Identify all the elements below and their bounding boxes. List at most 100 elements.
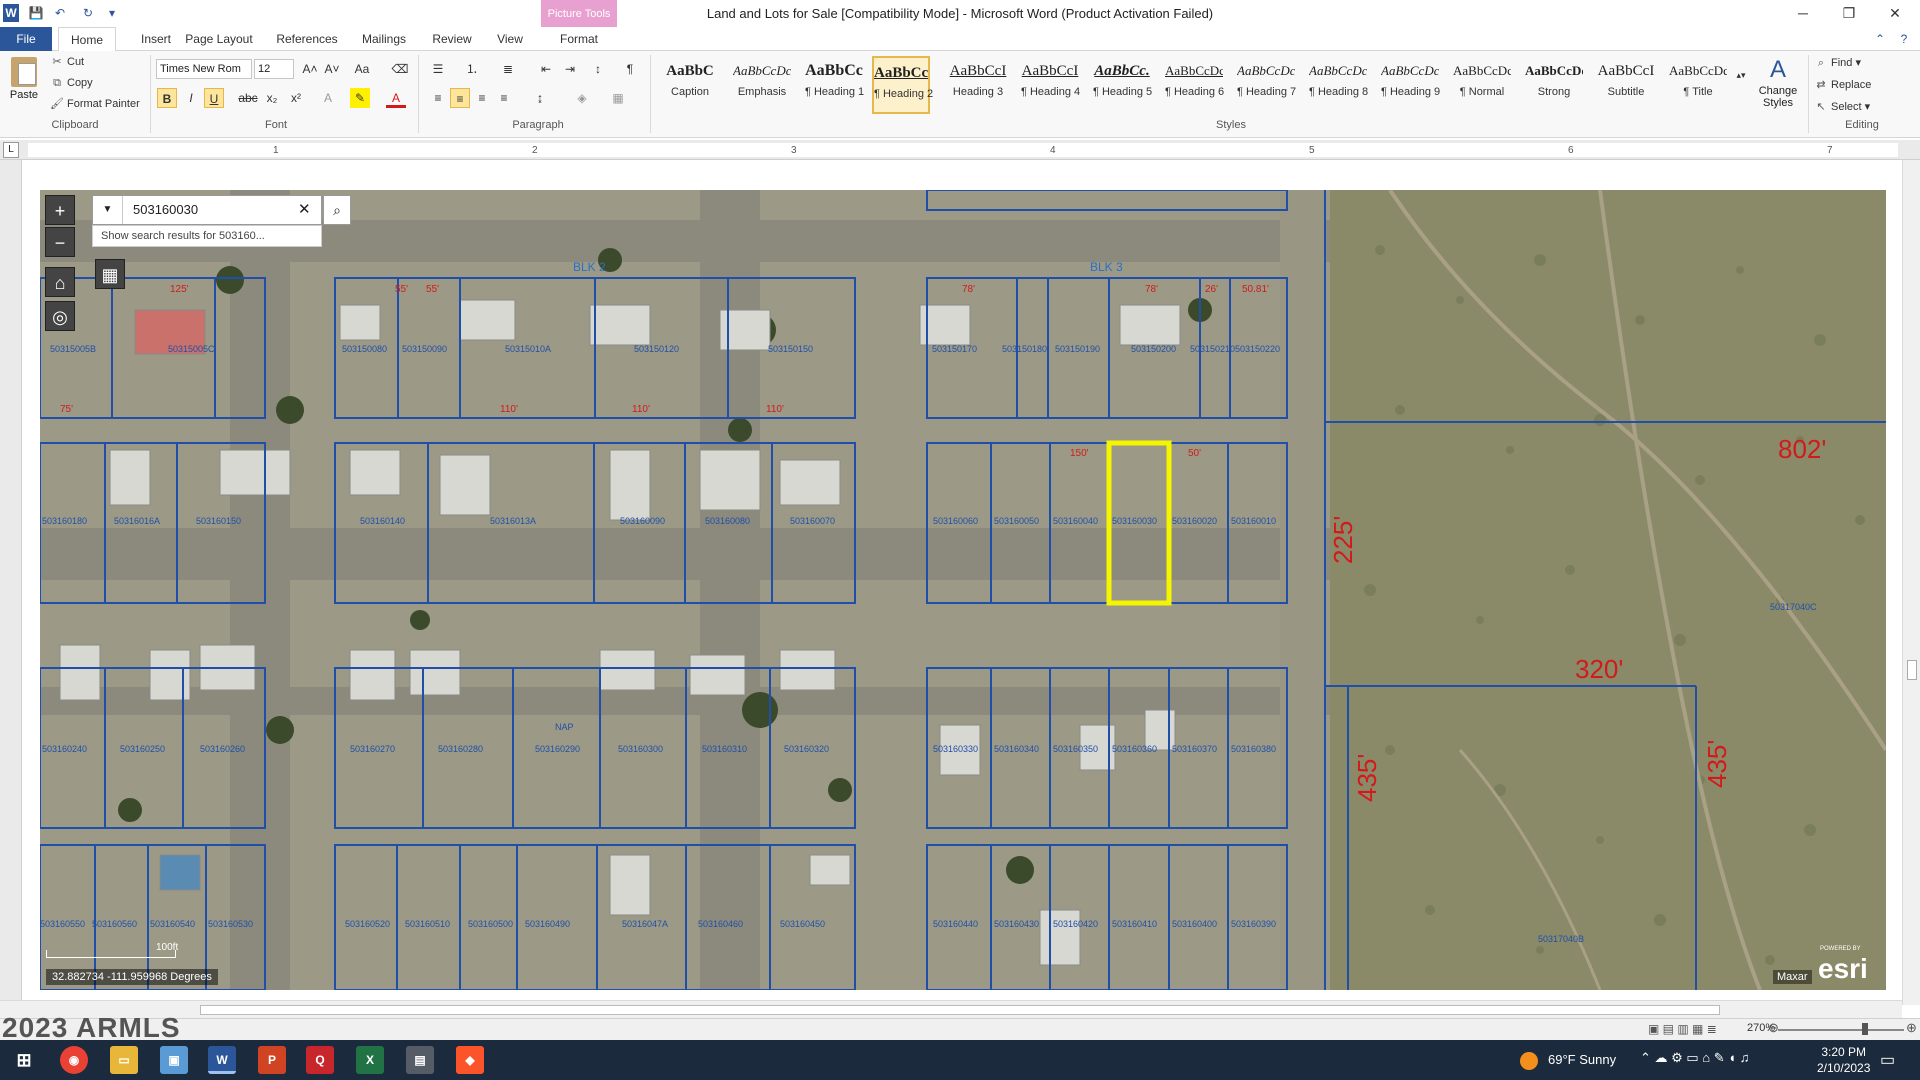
style-strong[interactable]: AaBbCcDd Strong — [1525, 56, 1583, 114]
search-source-dropdown[interactable]: ▼ — [93, 196, 123, 224]
notifications-icon[interactable]: ▭ — [1880, 1050, 1895, 1070]
change-case-icon[interactable]: Aa — [352, 59, 372, 79]
format-painter-button[interactable]: 🖌 Format Painter — [50, 95, 140, 113]
app-icon[interactable]: ▤ — [406, 1046, 434, 1074]
numbering-icon[interactable]: ⒈ — [462, 59, 482, 79]
replace-button[interactable]: ⇄ Replace — [1814, 75, 1871, 95]
excel-icon[interactable]: X — [356, 1046, 384, 1074]
change-styles-button[interactable]: A Change Styles — [1752, 55, 1804, 115]
search-icon[interactable]: ⌕ — [323, 195, 351, 225]
align-left-icon[interactable]: ≡ — [428, 88, 448, 108]
style-heading-6[interactable]: AaBbCcDc ¶ Heading 6 — [1165, 56, 1224, 114]
tab-mailings[interactable]: Mailings — [356, 27, 412, 51]
style-heading-3[interactable]: AaBbCcI Heading 3 — [949, 56, 1007, 114]
text-effects-icon[interactable]: A — [318, 88, 338, 108]
italic-button[interactable]: I — [181, 88, 201, 108]
align-center-icon[interactable]: ≡ — [450, 88, 470, 108]
style-heading-2[interactable]: AaBbCcI ¶ Heading 2 — [872, 56, 933, 114]
tab-page-layout[interactable]: Page Layout — [184, 27, 254, 51]
search-suggestion[interactable]: Show search results for 503160... — [92, 225, 322, 247]
restore-button[interactable]: ❐ — [1826, 0, 1872, 27]
decrease-indent-icon[interactable]: ⇤ — [536, 59, 556, 79]
zoom-out-button[interactable]: − — [45, 227, 75, 257]
quicken-icon[interactable]: Q — [306, 1046, 334, 1074]
vertical-scrollbar[interactable] — [1902, 160, 1920, 1005]
strikethrough-button[interactable]: abc — [238, 88, 258, 108]
zoom-slider-thumb[interactable] — [1862, 1023, 1868, 1035]
style-normal[interactable]: AaBbCcDc ¶ Normal — [1453, 56, 1511, 114]
font-color-icon[interactable]: A — [386, 88, 406, 108]
powerpoint-icon[interactable]: P — [258, 1046, 286, 1074]
shading-icon[interactable]: ◈ — [572, 88, 592, 108]
windows-start-icon[interactable]: ⊞ — [10, 1046, 38, 1074]
tab-home[interactable]: Home — [58, 27, 116, 52]
clear-format-icon[interactable]: ⌫ — [390, 59, 410, 79]
minimize-button[interactable]: ─ — [1780, 0, 1826, 27]
chrome-icon[interactable]: ◉ — [60, 1046, 88, 1074]
style-heading-8[interactable]: AaBbCcDc ¶ Heading 8 — [1309, 56, 1368, 114]
style-heading-4[interactable]: AaBbCcI ¶ Heading 4 — [1021, 56, 1080, 114]
close-button[interactable]: ✕ — [1872, 0, 1918, 27]
zoom-in-button[interactable]: + — [45, 195, 75, 225]
select-button[interactable]: ↖ Select ▾ — [1814, 97, 1870, 117]
clear-search-icon[interactable]: ✕ — [298, 196, 311, 224]
find-button[interactable]: ⌕ Find ▾ — [1814, 53, 1861, 73]
weather-label[interactable]: 69°F Sunny — [1548, 1052, 1616, 1067]
style-heading-5[interactable]: AaBbCc. ¶ Heading 5 — [1093, 56, 1152, 114]
style-title[interactable]: AaBbCcDdI ¶ Title — [1669, 56, 1727, 114]
zoom-out-icon[interactable]: ⊖ — [1768, 1020, 1779, 1036]
horizontal-ruler[interactable]: 1 2 3 4 5 6 7 — [0, 140, 1920, 160]
map-search-box[interactable]: ▼ 503160030 ✕ — [92, 195, 322, 225]
subscript-button[interactable]: x₂ — [262, 88, 282, 108]
tab-references[interactable]: References — [274, 27, 340, 51]
locate-button[interactable]: ◎ — [45, 301, 75, 331]
copy-button[interactable]: ⧉ Copy — [50, 74, 93, 92]
highlight-icon[interactable]: ✎ — [350, 88, 370, 108]
file-explorer-icon[interactable]: ▭ — [110, 1046, 138, 1074]
styles-scroll-icon[interactable]: ▴▾ — [1734, 65, 1748, 85]
style-heading-9[interactable]: AaBbCcDc ¶ Heading 9 — [1381, 56, 1440, 114]
zoom-slider[interactable] — [1778, 1029, 1904, 1031]
increase-indent-icon[interactable]: ⇥ — [560, 59, 580, 79]
tab-file[interactable]: File — [0, 27, 52, 51]
style-heading-1[interactable]: AaBbCc ¶ Heading 1 — [805, 56, 864, 114]
scroll-thumb[interactable] — [1907, 660, 1917, 680]
apps-grid-icon[interactable]: ▦ — [95, 259, 125, 289]
home-button[interactable]: ⌂ — [45, 267, 75, 297]
style-emphasis[interactable]: AaBbCcDc Emphasis — [733, 56, 791, 114]
borders-icon[interactable]: ▦ — [608, 88, 628, 108]
align-right-icon[interactable]: ≡ — [472, 88, 492, 108]
style-subtitle[interactable]: AaBbCcI Subtitle — [1597, 56, 1655, 114]
style-caption[interactable]: AaBbC Caption — [661, 56, 719, 114]
zoom-in-icon[interactable]: ⊕ — [1906, 1020, 1917, 1036]
search-input[interactable]: 503160030 — [133, 196, 198, 224]
clock[interactable]: 3:20 PM 2/10/2023 — [1817, 1044, 1870, 1076]
line-spacing-icon[interactable]: ↨ — [530, 88, 550, 108]
tab-review[interactable]: Review — [428, 27, 476, 51]
scroll-thumb[interactable] — [200, 1005, 1720, 1015]
underline-button[interactable]: U — [204, 88, 224, 108]
brave-icon[interactable]: ◆ — [456, 1046, 484, 1074]
multilevel-list-icon[interactable]: ≣ — [498, 59, 518, 79]
style-heading-7[interactable]: AaBbCcDc ¶ Heading 7 — [1237, 56, 1296, 114]
grow-font-icon[interactable]: A˄ — [300, 59, 320, 79]
sort-icon[interactable]: ↕ — [588, 59, 608, 79]
shrink-font-icon[interactable]: A˅ — [322, 59, 342, 79]
bullets-icon[interactable]: ☰ — [428, 59, 448, 79]
cut-button[interactable]: ✂ Cut — [50, 53, 84, 71]
tray-icons[interactable]: ⌃ ☁ ⚙ ▭ ⌂ ✎ ◖ ♫ — [1640, 1050, 1749, 1066]
tab-view[interactable]: View — [490, 27, 530, 51]
tab-insert[interactable]: Insert — [128, 27, 184, 51]
tab-format[interactable]: Format — [541, 27, 617, 51]
ribbon-collapse-icon[interactable]: ⌃ — [1870, 27, 1890, 51]
tab-stop-selector[interactable]: L — [3, 142, 19, 158]
view-mode-icons[interactable]: ▣ ▤ ▥ ▦ ≣ — [1648, 1022, 1717, 1036]
bold-button[interactable]: B — [157, 88, 177, 108]
font-size-select[interactable]: 12 — [254, 59, 294, 79]
horizontal-scrollbar[interactable] — [0, 1000, 1902, 1018]
word-taskbar-icon[interactable]: W — [208, 1046, 236, 1074]
remote-desktop-icon[interactable]: ▣ — [160, 1046, 188, 1074]
help-icon[interactable]: ? — [1894, 27, 1914, 51]
font-name-select[interactable]: Times New Rom — [156, 59, 252, 79]
pilcrow-icon[interactable]: ¶ — [620, 59, 640, 79]
